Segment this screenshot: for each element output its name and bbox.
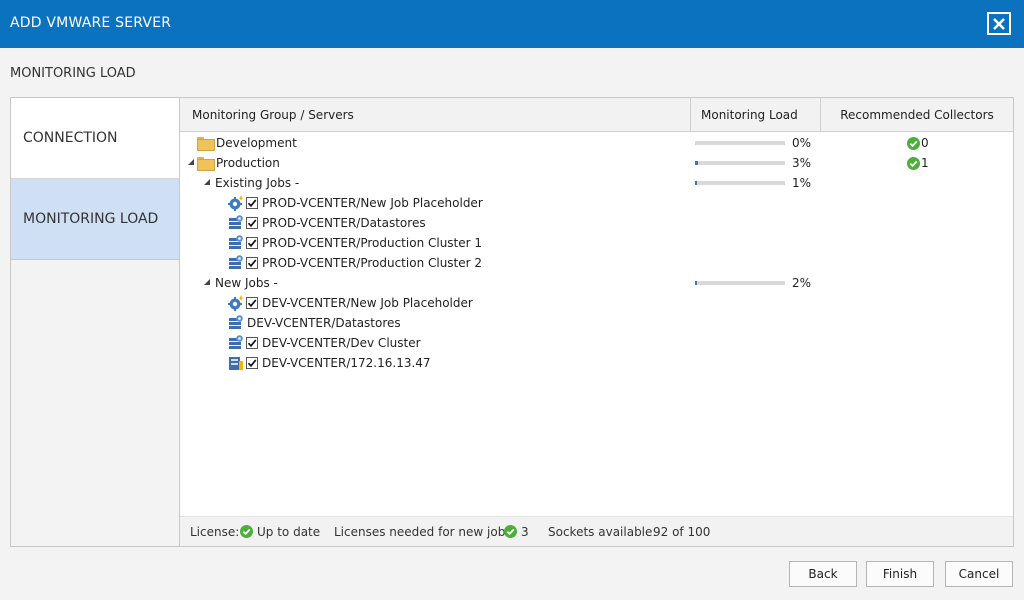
close-icon — [993, 17, 1005, 30]
recommended-collectors: 1 — [907, 155, 947, 171]
load-bar-fill — [695, 281, 697, 285]
finish-button[interactable]: Finish — [866, 561, 934, 587]
load-percent: 0% — [792, 136, 812, 150]
recommended-collectors: 0 — [907, 135, 947, 151]
row-label: DEV-VCENTER/Dev Cluster — [262, 336, 421, 350]
license-value: Up to date — [257, 525, 321, 539]
license-status-bar: License: Up to date Licenses needed for … — [180, 516, 1013, 546]
host-icon — [229, 357, 243, 370]
tree-row-job[interactable]: DEV-VCENTER/New Job Placeholder — [180, 293, 1013, 313]
tree-row-job[interactable]: PROD-VCENTER/Production Cluster 2 — [180, 253, 1013, 273]
collector-count: 0 — [921, 136, 929, 150]
checkmark-icon — [247, 299, 257, 308]
row-label: New Jobs - — [215, 276, 278, 290]
row-label: PROD-VCENTER/Datastores — [262, 216, 426, 230]
check-circle-icon — [907, 137, 920, 150]
row-label: DEV-VCENTER/New Job Placeholder — [262, 296, 473, 310]
row-label: Production — [216, 156, 280, 170]
collapse-arrow-icon[interactable] — [187, 158, 195, 166]
checkmark-icon — [247, 259, 257, 268]
row-checkbox[interactable] — [246, 197, 258, 209]
check-circle-icon — [907, 157, 920, 170]
checkmark-icon — [247, 359, 257, 368]
placeholder-gear-icon — [228, 295, 244, 311]
row-checkbox[interactable] — [246, 237, 258, 249]
nav-item-monitoring-load[interactable]: MONITORING LOAD — [11, 179, 179, 260]
load-bar — [695, 181, 785, 185]
page-subtitle: MONITORING LOAD — [10, 66, 136, 81]
row-checkbox[interactable] — [246, 257, 258, 269]
check-circle-icon — [504, 525, 517, 538]
row-label: DEV-VCENTER/Datastores — [247, 316, 401, 330]
window-title: ADD VMWARE SERVER — [10, 15, 172, 31]
cancel-button[interactable]: Cancel — [945, 561, 1013, 587]
row-label: PROD-VCENTER/New Job Placeholder — [262, 196, 483, 210]
checkmark-icon — [247, 339, 257, 348]
row-label: Existing Jobs - — [215, 176, 300, 190]
collapse-arrow-icon[interactable] — [203, 278, 211, 286]
row-label: PROD-VCENTER/Production Cluster 2 — [262, 256, 483, 270]
tree-row-job[interactable]: PROD-VCENTER/Datastores — [180, 213, 1013, 233]
cluster-icon — [229, 235, 243, 249]
datastore-icon — [229, 315, 243, 329]
row-checkbox[interactable] — [246, 297, 258, 309]
tree-row-new-jobs[interactable]: New Jobs - 2% — [180, 273, 1013, 293]
checkmark-icon — [247, 239, 257, 248]
load-bar — [695, 161, 785, 165]
column-header-collectors[interactable]: Recommended Collectors — [821, 98, 1013, 132]
monitoring-tree-grid: Monitoring Group / Servers Monitoring Lo… — [180, 98, 1013, 546]
licenses-needed-value: 3 — [521, 525, 529, 539]
load-bar-fill — [695, 161, 698, 165]
nav-item-label: CONNECTION — [23, 130, 118, 146]
wizard-panel: CONNECTION MONITORING LOAD Monitoring Gr… — [10, 97, 1014, 547]
folder-icon — [197, 137, 215, 151]
cluster-icon — [229, 335, 243, 349]
load-bar — [695, 141, 785, 145]
tree-row-development[interactable]: Development 0% 0 — [180, 133, 1013, 153]
cluster-icon — [229, 255, 243, 269]
load-bar-fill — [695, 181, 697, 185]
datastore-icon — [229, 215, 243, 229]
load-percent: 1% — [792, 176, 812, 190]
sockets-value: 92 of 100 — [653, 525, 711, 539]
checkmark-icon — [247, 219, 257, 228]
back-button[interactable]: Back — [789, 561, 857, 587]
sockets-label: Sockets available: — [548, 525, 657, 539]
wizard-nav: CONNECTION MONITORING LOAD — [11, 98, 180, 546]
load-percent: 2% — [792, 276, 812, 290]
nav-item-label: MONITORING LOAD — [23, 211, 159, 227]
placeholder-gear-icon — [228, 195, 244, 211]
row-label: DEV-VCENTER/172.16.13.47 — [262, 356, 431, 370]
load-percent: 3% — [792, 156, 812, 170]
check-circle-icon — [240, 525, 253, 538]
checkmark-icon — [247, 199, 257, 208]
title-bar: ADD VMWARE SERVER — [0, 0, 1024, 48]
column-header-group[interactable]: Monitoring Group / Servers — [180, 98, 691, 132]
column-header-load[interactable]: Monitoring Load — [691, 98, 821, 132]
nav-item-connection[interactable]: CONNECTION — [11, 98, 179, 179]
tree-row-job[interactable]: PROD-VCENTER/Production Cluster 1 — [180, 233, 1013, 253]
licenses-needed-label: Licenses needed for new jobs: — [334, 525, 516, 539]
tree-row-job[interactable]: DEV-VCENTER/172.16.13.47 — [180, 353, 1013, 373]
collapse-arrow-icon[interactable] — [203, 178, 211, 186]
tree-row-job[interactable]: DEV-VCENTER/Datastores — [180, 313, 1013, 333]
tree-row-production[interactable]: Production 3% 1 — [180, 153, 1013, 173]
grid-header: Monitoring Group / Servers Monitoring Lo… — [180, 98, 1013, 132]
tree-row-job[interactable]: DEV-VCENTER/Dev Cluster — [180, 333, 1013, 353]
row-checkbox[interactable] — [246, 217, 258, 229]
row-checkbox[interactable] — [246, 357, 258, 369]
row-label: PROD-VCENTER/Production Cluster 1 — [262, 236, 483, 250]
folder-icon — [197, 157, 215, 171]
load-bar — [695, 281, 785, 285]
tree-row-job[interactable]: PROD-VCENTER/New Job Placeholder — [180, 193, 1013, 213]
tree-row-existing-jobs[interactable]: Existing Jobs - 1% — [180, 173, 1013, 193]
row-label: Development — [216, 136, 297, 150]
collector-count: 1 — [921, 156, 929, 170]
row-checkbox[interactable] — [246, 337, 258, 349]
license-label: License: — [190, 525, 240, 539]
close-button[interactable] — [987, 12, 1011, 35]
